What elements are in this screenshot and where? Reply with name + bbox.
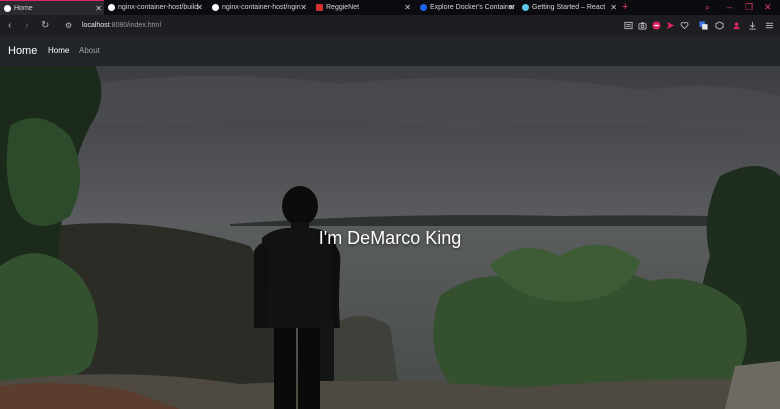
docker-icon — [420, 3, 427, 11]
site-info-icon[interactable]: ⚙ — [65, 15, 72, 36]
browser-tab-strip: Home ✕ nginx-container-host/build ✕ ngin… — [0, 0, 780, 15]
tab-label: nginx-container-host/ngin — [222, 4, 301, 11]
tab-nginx-ngin[interactable]: nginx-container-host/ngin ✕ — [209, 0, 309, 15]
url-host: localhost — [82, 22, 110, 29]
url-field[interactable]: localhost:8080/index.html — [82, 15, 161, 36]
minimize-icon[interactable]: – — [727, 0, 732, 15]
close-tab-icon[interactable]: ✕ — [300, 0, 307, 15]
reload-icon[interactable]: ↻ — [41, 15, 49, 36]
address-toolbar: ‹ › ↻ ⚙ localhost:8080/index.html — [0, 15, 780, 36]
tab-nginx-build[interactable]: nginx-container-host/build ✕ — [105, 0, 205, 15]
adblock-shield-icon[interactable] — [652, 21, 661, 30]
navbar-brand[interactable]: Home — [8, 36, 37, 66]
tab-home[interactable]: Home ✕ — [0, 0, 104, 15]
react-icon — [522, 3, 529, 11]
close-tab-icon[interactable]: ✕ — [95, 1, 102, 15]
tab-label: Getting Started – React — [532, 4, 606, 11]
restore-icon[interactable]: ❐ — [745, 0, 753, 15]
tab-docker[interactable]: Explore Docker's Container ✕ — [417, 0, 517, 15]
new-tab-button[interactable]: + — [622, 0, 628, 14]
close-tab-icon[interactable]: ✕ — [508, 0, 515, 15]
menu-icon[interactable] — [765, 21, 774, 30]
tab-react[interactable]: Getting Started – React ✕ — [519, 0, 619, 15]
close-tab-icon[interactable]: ✕ — [404, 0, 411, 15]
site-navbar: Home Home About — [0, 36, 780, 66]
heart-icon[interactable] — [680, 21, 689, 30]
github-icon — [212, 3, 219, 11]
reggienet-icon — [316, 3, 323, 11]
camera-icon[interactable] — [638, 21, 647, 30]
search-tabs-icon[interactable]: ⌕ — [705, 0, 710, 15]
download-icon[interactable] — [748, 21, 757, 30]
url-path: :8080/index.html — [109, 22, 162, 29]
nav-link-home[interactable]: Home — [48, 36, 69, 66]
hero-section: I'm DeMarco King — [0, 66, 780, 409]
hero-title: I'm DeMarco King — [318, 228, 462, 248]
send-icon[interactable] — [666, 21, 675, 30]
reader-mode-icon[interactable] — [624, 21, 633, 30]
github-icon — [108, 3, 115, 11]
tab-label: nginx-container-host/build — [118, 4, 199, 11]
close-tab-icon[interactable]: ✕ — [196, 0, 203, 15]
extensions-cube-icon[interactable] — [715, 21, 724, 30]
tab-label: Home — [14, 5, 33, 12]
tab-label: Explore Docker's Container — [430, 4, 515, 11]
tab-label: ReggieNet — [326, 4, 360, 11]
translate-icon[interactable] — [699, 21, 708, 30]
globe-icon — [4, 4, 11, 12]
back-icon[interactable]: ‹ — [8, 15, 11, 36]
forward-icon[interactable]: › — [25, 15, 28, 36]
close-window-icon[interactable]: ✕ — [764, 0, 772, 15]
tab-reggienet[interactable]: ReggieNet ✕ — [313, 0, 413, 15]
close-tab-icon[interactable]: ✕ — [610, 0, 617, 15]
profile-icon[interactable] — [732, 21, 741, 30]
nav-link-about[interactable]: About — [79, 36, 100, 66]
